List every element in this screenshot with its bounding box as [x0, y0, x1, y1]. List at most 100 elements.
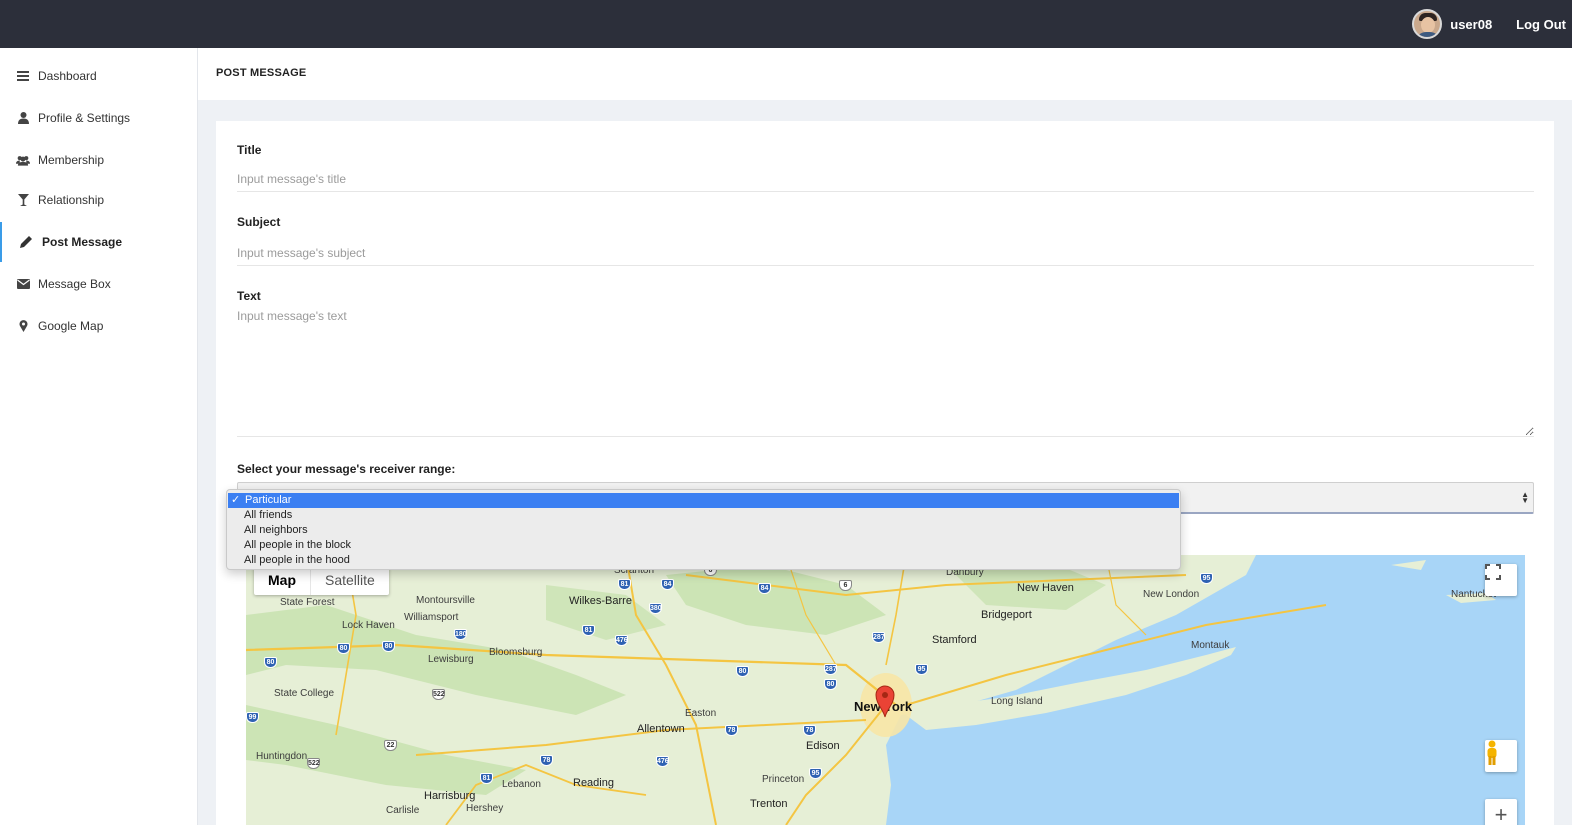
map-label: Wilkes-Barre [569, 595, 632, 607]
sidebar-item-post-message[interactable]: Post Message [0, 222, 198, 262]
highway-shield: 80 [264, 657, 277, 668]
fullscreen-icon [1485, 564, 1501, 580]
highway-shield: 84 [661, 579, 674, 590]
map-label: Lebanon [502, 779, 541, 790]
highway-shield: 80 [736, 666, 749, 677]
check-icon: ✓ [231, 494, 241, 506]
logout-button[interactable]: Log Out [1516, 17, 1566, 32]
map-label: Edison [806, 740, 840, 752]
highway-shield: 522 [307, 758, 320, 769]
subject-label: Subject [237, 215, 281, 229]
highway-shield: 78 [803, 725, 816, 736]
title-label: Title [237, 143, 262, 157]
highway-shield: 476 [615, 635, 628, 646]
map-label: Bridgeport [981, 609, 1032, 621]
map-label: Williamsport [404, 612, 459, 623]
map-label: Lock Haven [342, 620, 395, 631]
envelope-icon [16, 277, 30, 291]
text-area[interactable] [237, 309, 1534, 437]
highway-shield: 287 [824, 664, 837, 675]
sidebar-item-relationship[interactable]: Relationship [0, 180, 198, 220]
sidebar-item-message-box[interactable]: Message Box [0, 264, 198, 304]
map-label: Easton [685, 708, 717, 719]
sidebar-item-label: Post Message [42, 235, 123, 249]
map-label: Allentown [637, 723, 685, 735]
map-label: Princeton [762, 774, 805, 785]
sidebar-item-label: Profile & Settings [38, 111, 131, 125]
range-option-all-neighbors[interactable]: All neighbors [227, 523, 1180, 538]
range-label: Select your message's receiver range: [237, 462, 456, 476]
bars-icon [16, 69, 30, 83]
map-label: Trenton [750, 798, 788, 810]
range-option-all-people-hood[interactable]: All people in the hood [227, 553, 1180, 568]
highway-shield: 95 [809, 768, 822, 779]
range-option-particular[interactable]: ✓ Particular [228, 493, 1179, 508]
sidebar-item-google-map[interactable]: Google Map [0, 306, 198, 346]
users-icon [16, 153, 30, 167]
map-label: New London [1143, 589, 1200, 600]
google-map[interactable]: Map Satellite State Forest Montoursville… [246, 555, 1525, 825]
sidebar-item-label: Relationship [38, 193, 105, 207]
highway-shield: 78 [540, 755, 553, 766]
map-label: Stamford [932, 634, 977, 646]
post-message-form: Title Subject Text Select your message's… [216, 121, 1554, 825]
title-input[interactable] [237, 167, 1534, 192]
map-label: Bloomsburg [489, 647, 543, 658]
highway-shield: 80 [337, 643, 350, 654]
highway-shield: 380 [649, 603, 662, 614]
user-icon [16, 111, 30, 125]
sidebar-item-label: Membership [38, 153, 105, 167]
top-bar: user08 Log Out [0, 0, 1572, 48]
highway-shield: 80 [382, 641, 395, 652]
map-label: Harrisburg [424, 790, 476, 802]
highway-shield: 476 [656, 756, 669, 767]
map-label: Montauk [1191, 640, 1230, 651]
map-marker[interactable] [874, 684, 896, 718]
highway-shield: 81 [480, 773, 493, 784]
highway-shield: 78 [725, 725, 738, 736]
map-label: State College [274, 688, 335, 699]
select-arrows-icon: ▲ ▼ [1521, 490, 1529, 505]
map-label: Carlisle [386, 805, 420, 816]
highway-shield: 6 [839, 580, 852, 591]
sidebar: Dashboard Profile & Settings Membership … [0, 48, 198, 825]
map-label: State Forest [280, 597, 335, 608]
page-title: POST MESSAGE [216, 67, 307, 79]
map-label: Montoursville [416, 595, 475, 606]
pegman-icon [1487, 740, 1497, 765]
text-label: Text [237, 289, 261, 303]
sidebar-item-label: Google Map [38, 319, 104, 333]
range-option-all-friends[interactable]: All friends [227, 508, 1180, 523]
fullscreen-button[interactable] [1485, 564, 1517, 596]
map-label: Hershey [466, 803, 504, 814]
highway-shield: 522 [432, 689, 445, 700]
highway-shield: 84 [758, 583, 771, 594]
highway-shield: 95 [915, 664, 928, 675]
user-menu: user08 Log Out [1412, 0, 1572, 48]
page-header: POST MESSAGE [198, 48, 1572, 100]
highway-shield: 180 [454, 629, 467, 640]
map-label: Long Island [991, 696, 1043, 707]
map-marker-icon [16, 319, 30, 333]
street-view-pegman[interactable] [1485, 740, 1517, 772]
highway-shield: 22 [384, 740, 397, 751]
sidebar-item-dashboard[interactable]: Dashboard [0, 56, 198, 96]
map-label: New Haven [1017, 582, 1074, 594]
receiver-range-dropdown: ✓ Particular All friends All neighbors A… [226, 489, 1181, 570]
range-option-all-people-block[interactable]: All people in the block [227, 538, 1180, 553]
highway-shield: 95 [1200, 573, 1213, 584]
subject-input[interactable] [237, 240, 1534, 266]
highway-shield: 81 [618, 579, 631, 590]
sidebar-item-profile-settings[interactable]: Profile & Settings [0, 98, 198, 138]
avatar[interactable] [1412, 9, 1443, 39]
cocktail-icon [16, 193, 30, 207]
pencil-icon [19, 235, 33, 249]
map-label: Huntingdon [256, 751, 308, 762]
zoom-in-button[interactable]: + [1485, 799, 1517, 825]
map-label: Lewisburg [428, 654, 474, 665]
sidebar-item-label: Message Box [38, 277, 111, 291]
sidebar-item-membership[interactable]: Membership [0, 140, 198, 180]
username[interactable]: user08 [1450, 17, 1492, 32]
highway-shield: 80 [824, 679, 837, 690]
highway-shield: 99 [246, 712, 259, 723]
